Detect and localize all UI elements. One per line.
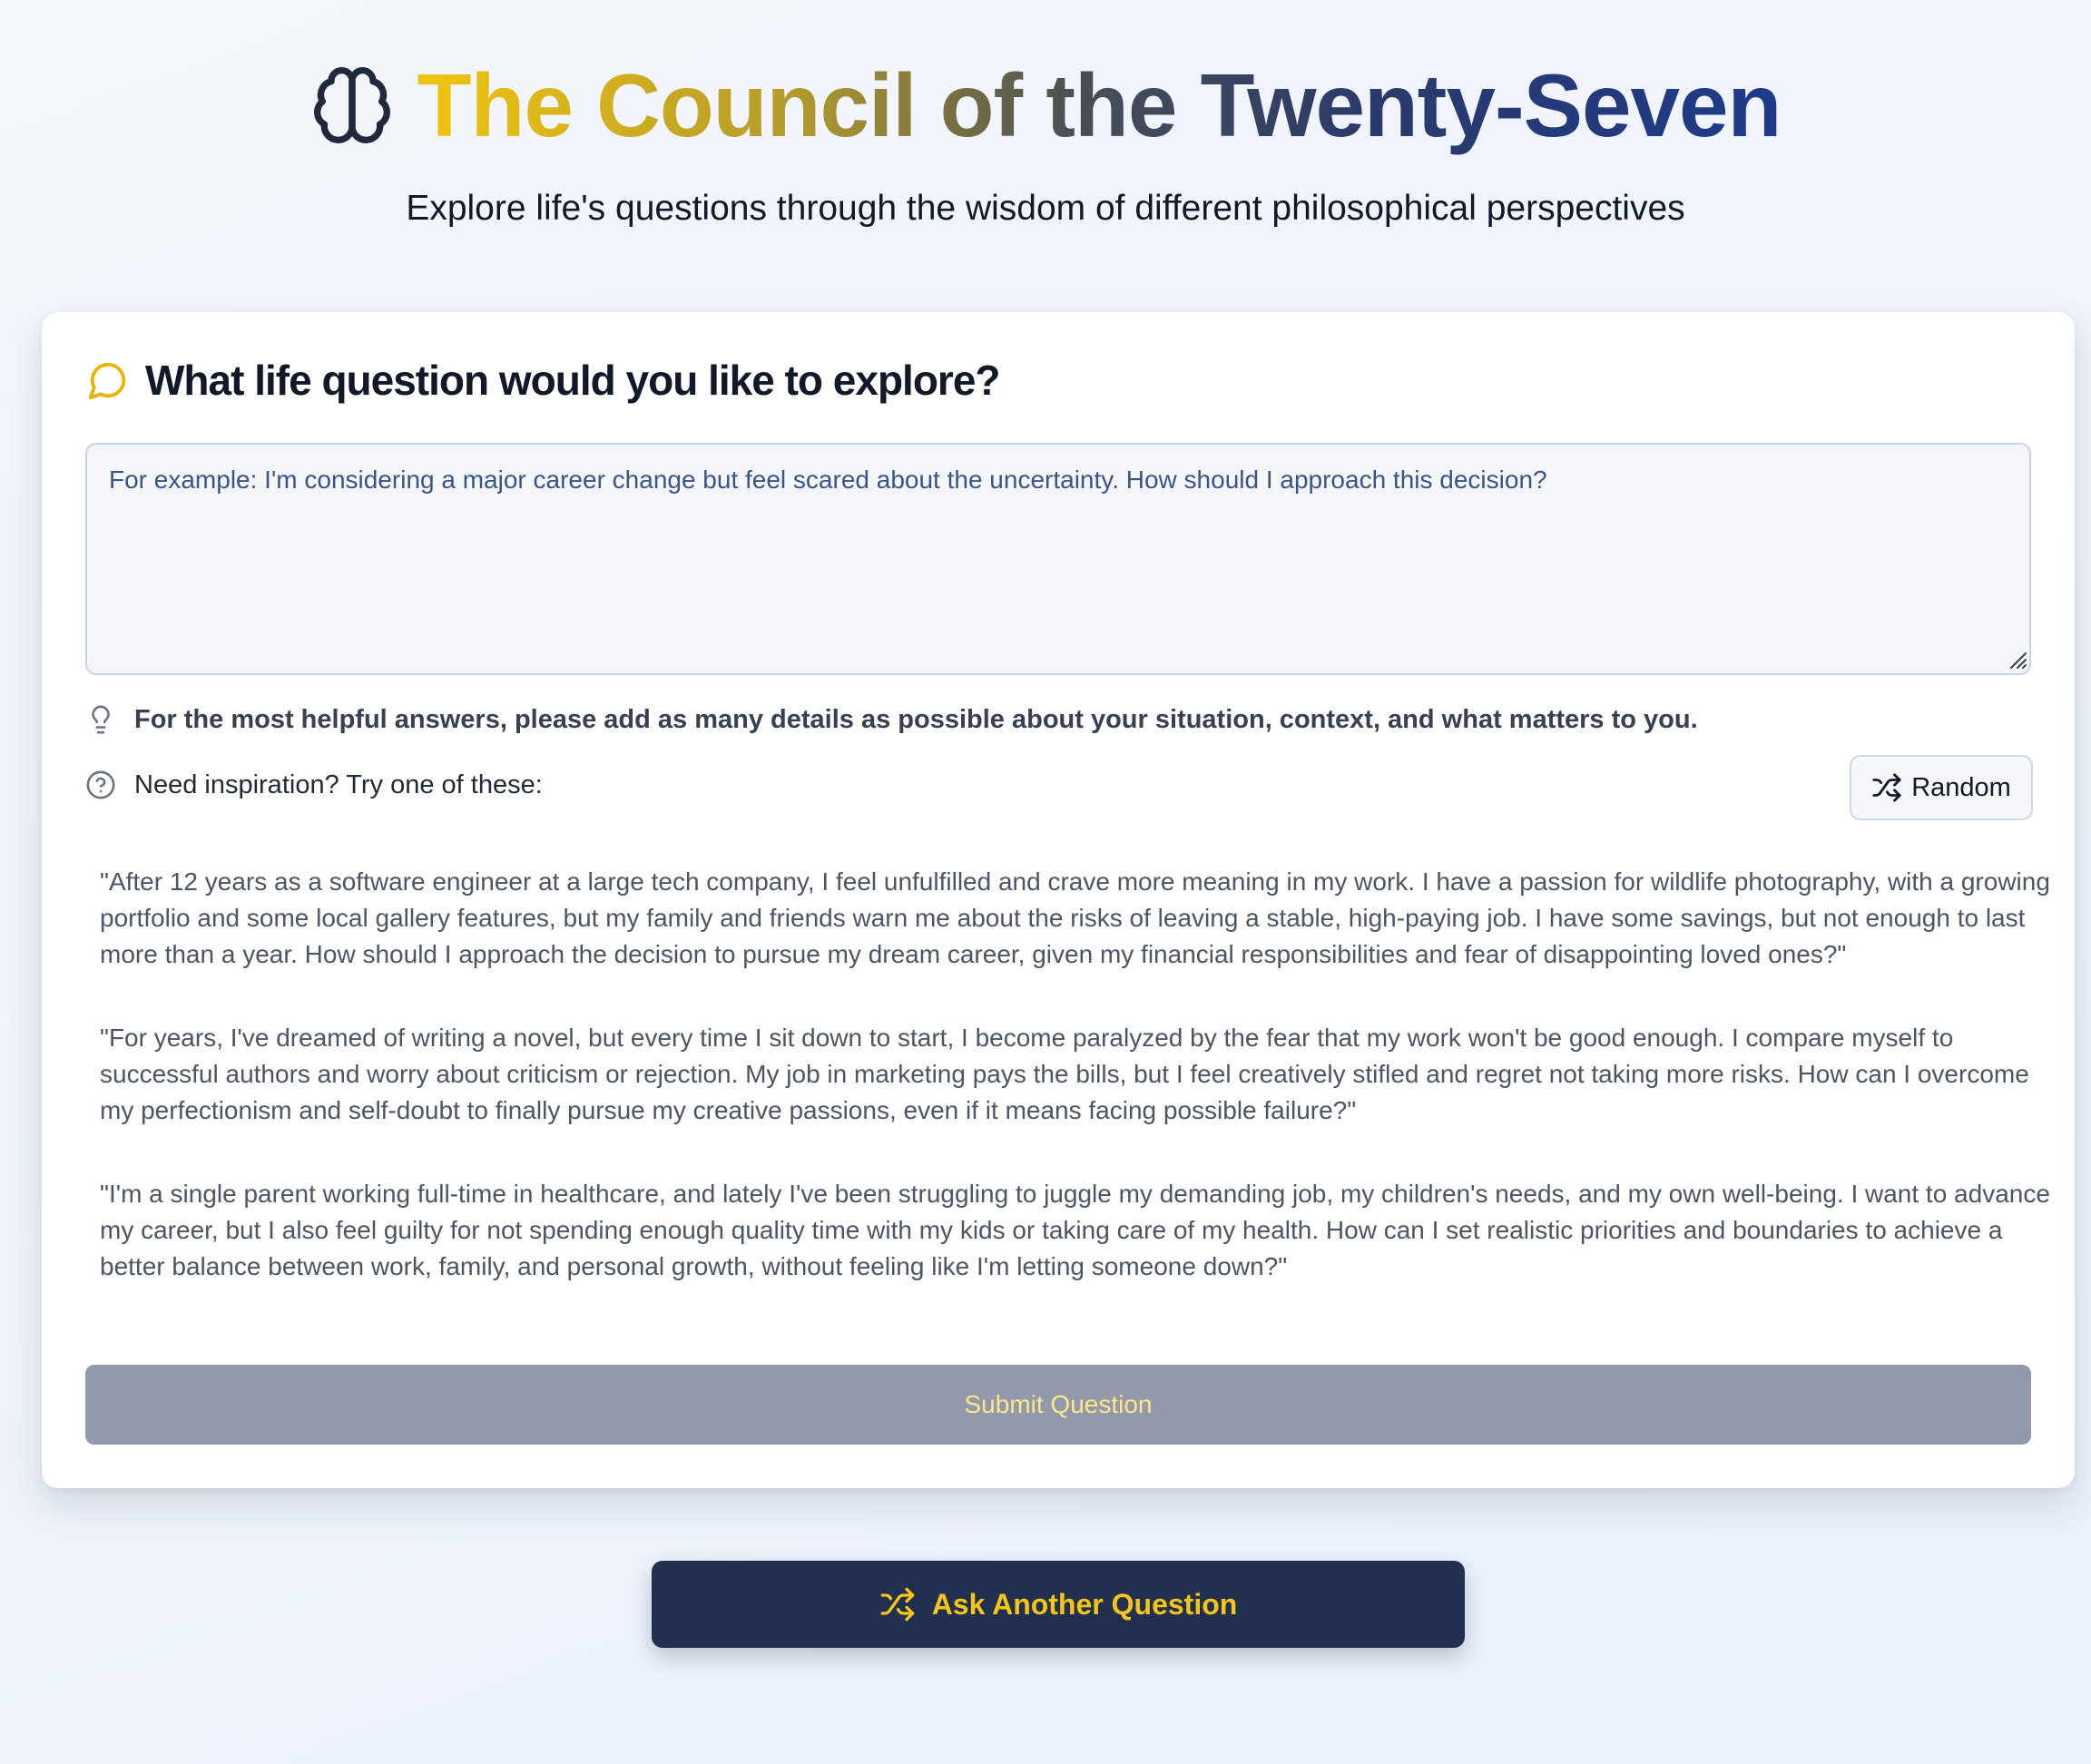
help-circle-icon [86, 770, 115, 799]
chat-bubble-icon [88, 362, 126, 400]
hint-text: For the most helpful answers, please add… [134, 704, 1698, 734]
details-hint: For the most helpful answers, please add… [85, 704, 1698, 735]
inspiration-label: Need inspiration? Try one of these: [134, 769, 543, 799]
page-title: The Council of the Twenty-Seven [417, 53, 1782, 158]
lightbulb-icon [92, 705, 110, 734]
ask-another-label: Ask Another Question [931, 1587, 1238, 1621]
example-question-2[interactable]: "For years, I've dreamed of writing a no… [100, 1011, 2067, 1138]
example-question-1[interactable]: "After 12 years as a software engineer a… [100, 855, 2067, 982]
title-row: The Council of the Twenty-Seven [310, 53, 1782, 158]
inspiration-row: Need inspiration? Try one of these: [85, 769, 543, 800]
random-button[interactable]: Random [1850, 755, 2033, 820]
random-button-label: Random [1911, 772, 2011, 802]
page-header: The Council of the Twenty-Seven Explore … [0, 53, 2091, 230]
example-question-3[interactable]: "I'm a single parent working full-time i… [100, 1167, 2067, 1294]
example-list: "After 12 years as a software engineer a… [100, 855, 2067, 1323]
resize-grip-icon[interactable] [2006, 648, 2027, 670]
page-subtitle: Explore life's questions through the wis… [406, 189, 1685, 228]
shuffle-icon [1872, 773, 1901, 802]
card-header: What life question would you like to exp… [87, 356, 1001, 405]
question-card: What life question would you like to exp… [42, 312, 2075, 1488]
shuffle-icon [880, 1587, 915, 1622]
card-heading: What life question would you like to exp… [145, 357, 1001, 404]
ask-another-question-button[interactable]: Ask Another Question [652, 1561, 1465, 1648]
question-textarea[interactable] [85, 443, 2031, 675]
brain-icon [313, 67, 390, 143]
submit-question-button[interactable]: Submit Question [85, 1365, 2031, 1445]
